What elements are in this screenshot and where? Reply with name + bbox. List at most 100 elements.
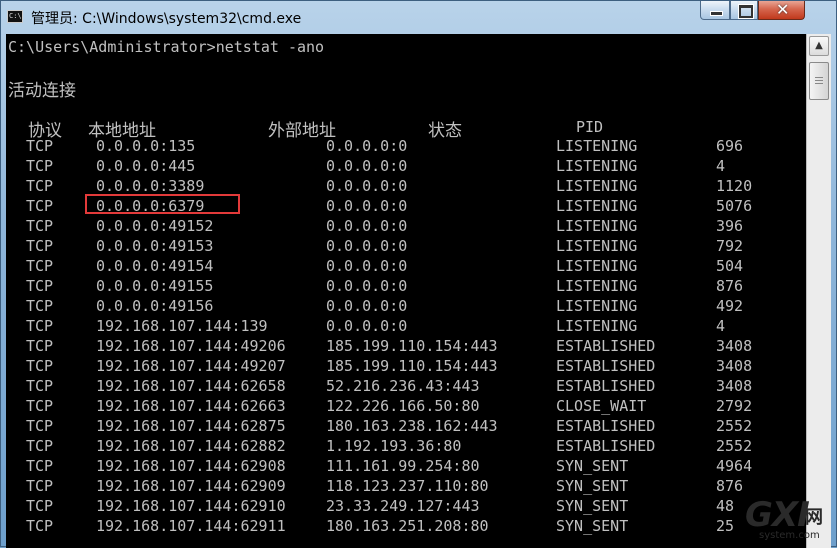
- cell-local-address: 0.0.0.0:49153: [96, 237, 214, 255]
- cell-foreign-address: 52.216.236.43:443: [326, 377, 480, 395]
- cell-state: LISTENING: [556, 317, 638, 335]
- title-bar[interactable]: C:\ 管理员: C:\Windows\system32\cmd.exe ✕: [1, 0, 836, 34]
- cell-foreign-address: 0.0.0.0:0: [326, 197, 408, 215]
- table-row: TCP 192.168.107.144:62911 180.163.251.208:…: [6, 516, 806, 536]
- cell-pid: 4: [716, 157, 726, 175]
- table-row: TCP 192.168.107.144:62882 1.192.193.36:80 E…: [6, 436, 806, 456]
- cell-local-address: 0.0.0.0:445: [96, 157, 196, 175]
- cell-state: ESTABLISHED: [556, 357, 656, 375]
- cell-foreign-address: 23.33.249.127:443: [326, 497, 480, 515]
- cell-proto: TCP: [26, 377, 54, 395]
- cell-local-address: 192.168.107.144:49207: [96, 357, 286, 375]
- table-row: TCP 192.168.107.144:62663 122.226.166.50:8…: [6, 396, 806, 416]
- scroll-up-button[interactable]: ▲: [809, 36, 829, 56]
- cell-state: ESTABLISHED: [556, 437, 656, 455]
- cell-local-address: 192.168.107.144:62911: [96, 517, 286, 535]
- cell-state: LISTENING: [556, 277, 638, 295]
- cell-foreign-address: 0.0.0.0:0: [326, 137, 408, 155]
- cell-pid: 876: [716, 277, 744, 295]
- cell-local-address: 192.168.107.144:62882: [96, 437, 286, 455]
- cell-proto: TCP: [26, 237, 54, 255]
- cell-foreign-address: 180.163.251.208:80: [326, 517, 489, 535]
- cell-pid: 4964: [716, 457, 753, 475]
- cell-proto: TCP: [26, 197, 54, 215]
- table-row: TCP 192.168.107.144:62658 52.216.236.43:44…: [6, 376, 806, 396]
- cell-local-address: 192.168.107.144:62875: [96, 417, 286, 435]
- cell-local-address: 192.168.107.144:62658: [96, 377, 286, 395]
- cell-foreign-address: 0.0.0.0:0: [326, 217, 408, 235]
- cell-pid: 1120: [716, 177, 753, 195]
- cell-local-address: 192.168.107.144:62663: [96, 397, 286, 415]
- cmd-window: C:\ 管理员: C:\Windows\system32\cmd.exe ✕ C…: [0, 0, 837, 548]
- cell-pid: 696: [716, 137, 744, 155]
- table-row: TCP 0.0.0.0:49156 0.0.0.0:0 LISTENING 492: [6, 296, 806, 316]
- cell-pid: 3408: [716, 357, 753, 375]
- cell-foreign-address: 122.226.166.50:80: [326, 397, 480, 415]
- header-pid: PID: [576, 118, 604, 136]
- watermark-domain: system.com: [759, 530, 820, 541]
- cell-pid: 5076: [716, 197, 753, 215]
- cell-pid: 504: [716, 257, 744, 275]
- minimize-button[interactable]: [700, 1, 730, 20]
- cell-local-address: 192.168.107.144:49206: [96, 337, 286, 355]
- grip-icon: [815, 77, 823, 78]
- command-line: C:\Users\Administrator>netstat -ano: [8, 38, 325, 56]
- cell-state: SYN_SENT: [556, 517, 629, 535]
- cell-state: LISTENING: [556, 297, 638, 315]
- scroll-thumb[interactable]: [809, 62, 829, 100]
- cell-foreign-address: 0.0.0.0:0: [326, 237, 408, 255]
- table-row: TCP 192.168.107.144:49206 185.199.110.154:…: [6, 336, 806, 356]
- cell-state: LISTENING: [556, 177, 638, 195]
- cell-state: SYN_SENT: [556, 477, 629, 495]
- cell-proto: TCP: [26, 437, 54, 455]
- cell-state: SYN_SENT: [556, 457, 629, 475]
- cell-local-address: 0.0.0.0:49155: [96, 277, 214, 295]
- table-row: TCP 192.168.107.144:62910 23.33.249.127:44…: [6, 496, 806, 516]
- cell-foreign-address: 0.0.0.0:0: [326, 317, 408, 335]
- cell-pid: 25: [716, 517, 735, 535]
- table-row: TCP 0.0.0.0:49155 0.0.0.0:0 LISTENING 876: [6, 276, 806, 296]
- table-row: TCP 192.168.107.144:62908 111.161.99.254:8…: [6, 456, 806, 476]
- cell-local-address: 0.0.0.0:49156: [96, 297, 214, 315]
- cell-proto: TCP: [26, 177, 54, 195]
- cell-state: LISTENING: [556, 257, 638, 275]
- watermark-brand: GXI: [745, 495, 810, 535]
- console-output[interactable]: C:\Users\Administrator>netstat -ano 活动连接…: [6, 34, 806, 548]
- cell-proto: TCP: [26, 417, 54, 435]
- cell-local-address: 192.168.107.144:62908: [96, 457, 286, 475]
- cell-foreign-address: 0.0.0.0:0: [326, 257, 408, 275]
- cell-proto: TCP: [26, 277, 54, 295]
- table-row: TCP 0.0.0.0:49152 0.0.0.0:0 LISTENING 396: [6, 216, 806, 236]
- watermark-cn: 网: [805, 507, 823, 528]
- cell-foreign-address: 180.163.238.162:443: [326, 417, 498, 435]
- cell-proto: TCP: [26, 337, 54, 355]
- table-row: TCP 0.0.0.0:445 0.0.0.0:0 LISTENING 4: [6, 156, 806, 176]
- cell-pid: 792: [716, 237, 744, 255]
- cell-state: LISTENING: [556, 237, 638, 255]
- cell-foreign-address: 118.123.237.110:80: [326, 477, 489, 495]
- cell-proto: TCP: [26, 457, 54, 475]
- cell-state: ESTABLISHED: [556, 417, 656, 435]
- vertical-scrollbar[interactable]: ▲: [806, 34, 831, 548]
- maximize-icon: [739, 5, 753, 18]
- cell-state: LISTENING: [556, 137, 638, 155]
- close-button[interactable]: ✕: [758, 0, 805, 20]
- highlight-box: [85, 194, 240, 214]
- cell-foreign-address: 0.0.0.0:0: [326, 277, 408, 295]
- cell-proto: TCP: [26, 217, 54, 235]
- cell-state: ESTABLISHED: [556, 337, 656, 355]
- cell-pid: 876: [716, 477, 744, 495]
- cell-state: LISTENING: [556, 217, 638, 235]
- cell-pid: 3408: [716, 377, 753, 395]
- cell-local-address: 192.168.107.144:62910: [96, 497, 286, 515]
- cmd-app-icon[interactable]: C:\: [7, 10, 23, 23]
- cell-local-address: 192.168.107.144:139: [96, 317, 268, 335]
- minimize-icon: [710, 11, 723, 16]
- cell-foreign-address: 0.0.0.0:0: [326, 157, 408, 175]
- cell-state: LISTENING: [556, 157, 638, 175]
- cell-proto: TCP: [26, 497, 54, 515]
- cell-proto: TCP: [26, 297, 54, 315]
- cell-proto: TCP: [26, 257, 54, 275]
- cell-proto: TCP: [26, 137, 54, 155]
- maximize-button[interactable]: [730, 1, 758, 20]
